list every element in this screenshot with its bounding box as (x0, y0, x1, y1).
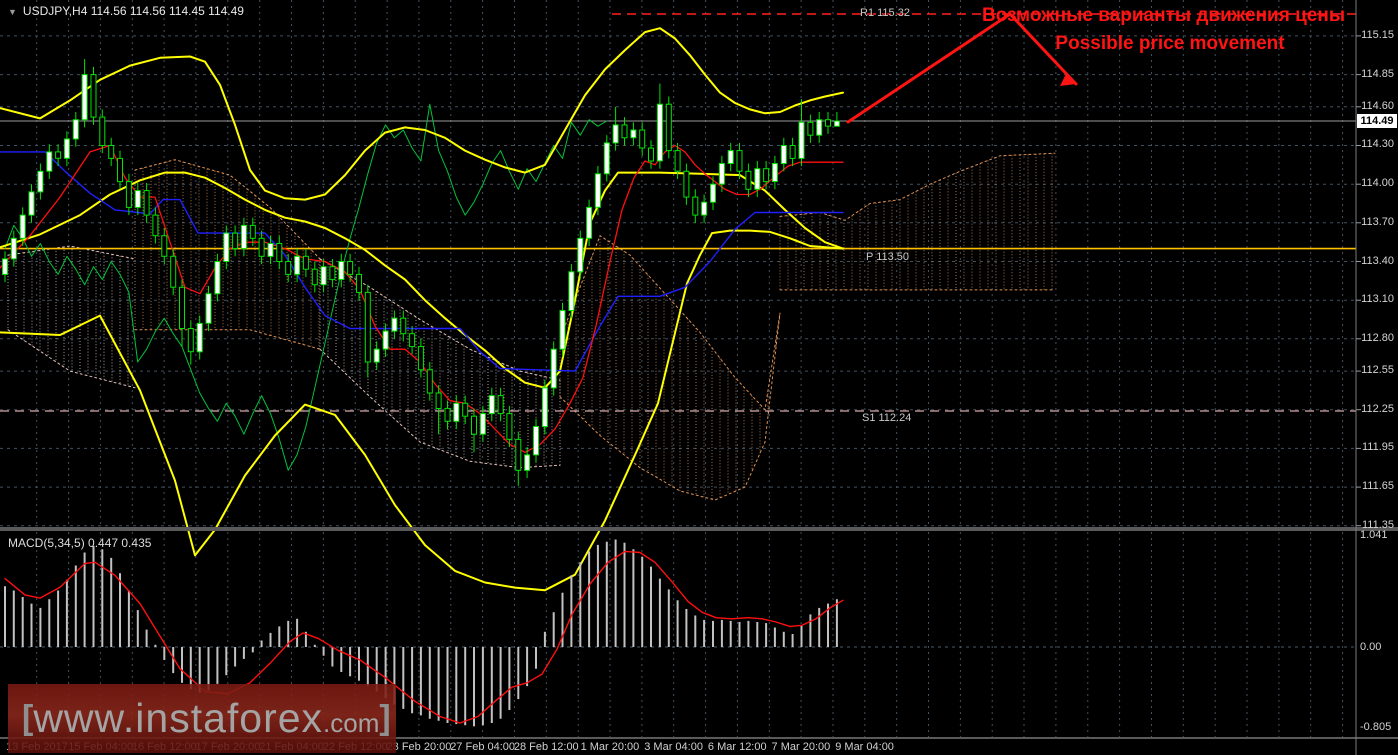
price-axis-label: 113.70 (1361, 215, 1394, 228)
current-price-tag: 114.49 (1357, 114, 1397, 128)
time-axis-label: 7 Mar 20:00 (771, 741, 831, 753)
trading-terminal-window: ▼ USDJPY,H4 114.56 114.56 114.45 114.49 R… (0, 0, 1398, 755)
time-axis-label: 1 Mar 20:00 (580, 741, 640, 753)
watermark-domain: www.instaforex (33, 695, 324, 741)
price-chart[interactable] (0, 0, 1398, 755)
price-axis-label: 113.10 (1361, 293, 1394, 306)
price-axis-label: 112.25 (1361, 402, 1394, 415)
price-axis-label: 114.85 (1361, 67, 1394, 80)
s1-support-label: S1 112.24 (862, 412, 912, 424)
macd-axis-label: 0.00 (1360, 641, 1382, 653)
watermark-tld: .com (323, 708, 380, 738)
watermark-open-bracket: [ (22, 699, 34, 737)
macd-axis-label: -0.805 (1360, 721, 1392, 733)
price-axis-label: 112.55 (1361, 364, 1394, 377)
price-axis-label: 111.65 (1361, 480, 1394, 493)
instaforex-watermark: [ www.instaforex .com ] (8, 684, 396, 753)
time-axis-label: 23 Feb 20:00 (386, 741, 452, 753)
forecast-annotation-en: Possible price movement (1055, 33, 1285, 54)
time-axis-label: 9 Mar 04:00 (835, 741, 894, 753)
price-axis-label: 114.00 (1361, 177, 1394, 190)
pivot-label: P 113.50 (866, 251, 910, 263)
price-axis-label: 114.60 (1361, 99, 1394, 112)
price-axis-label: 113.40 (1361, 254, 1394, 267)
price-axis-label: 114.30 (1361, 138, 1394, 151)
macd-indicator-title: MACD(5,34,5) 0.447 0.435 (8, 536, 152, 550)
time-axis-label: 3 Mar 04:00 (644, 741, 703, 753)
price-axis-label: 111.95 (1361, 441, 1394, 454)
chart-expand-icon[interactable]: ▼ (8, 7, 17, 17)
time-axis-label: 27 Feb 04:00 (450, 741, 516, 753)
r1-resistance-label: R1 115.32 (860, 7, 910, 19)
forecast-annotation-ru: Возможные варианты движения цены (982, 5, 1346, 26)
price-axis-label: 115.15 (1361, 28, 1394, 41)
symbol-ohlc-header: ▼ USDJPY,H4 114.56 114.56 114.45 114.49 (8, 4, 244, 18)
macd-axis-label: 1.041 (1360, 529, 1388, 541)
watermark-close-bracket: ] (379, 699, 391, 737)
time-axis-label: 6 Mar 12:00 (707, 741, 767, 753)
time-axis-label: 28 Feb 12:00 (513, 741, 579, 753)
price-axis-label: 112.80 (1361, 331, 1394, 344)
